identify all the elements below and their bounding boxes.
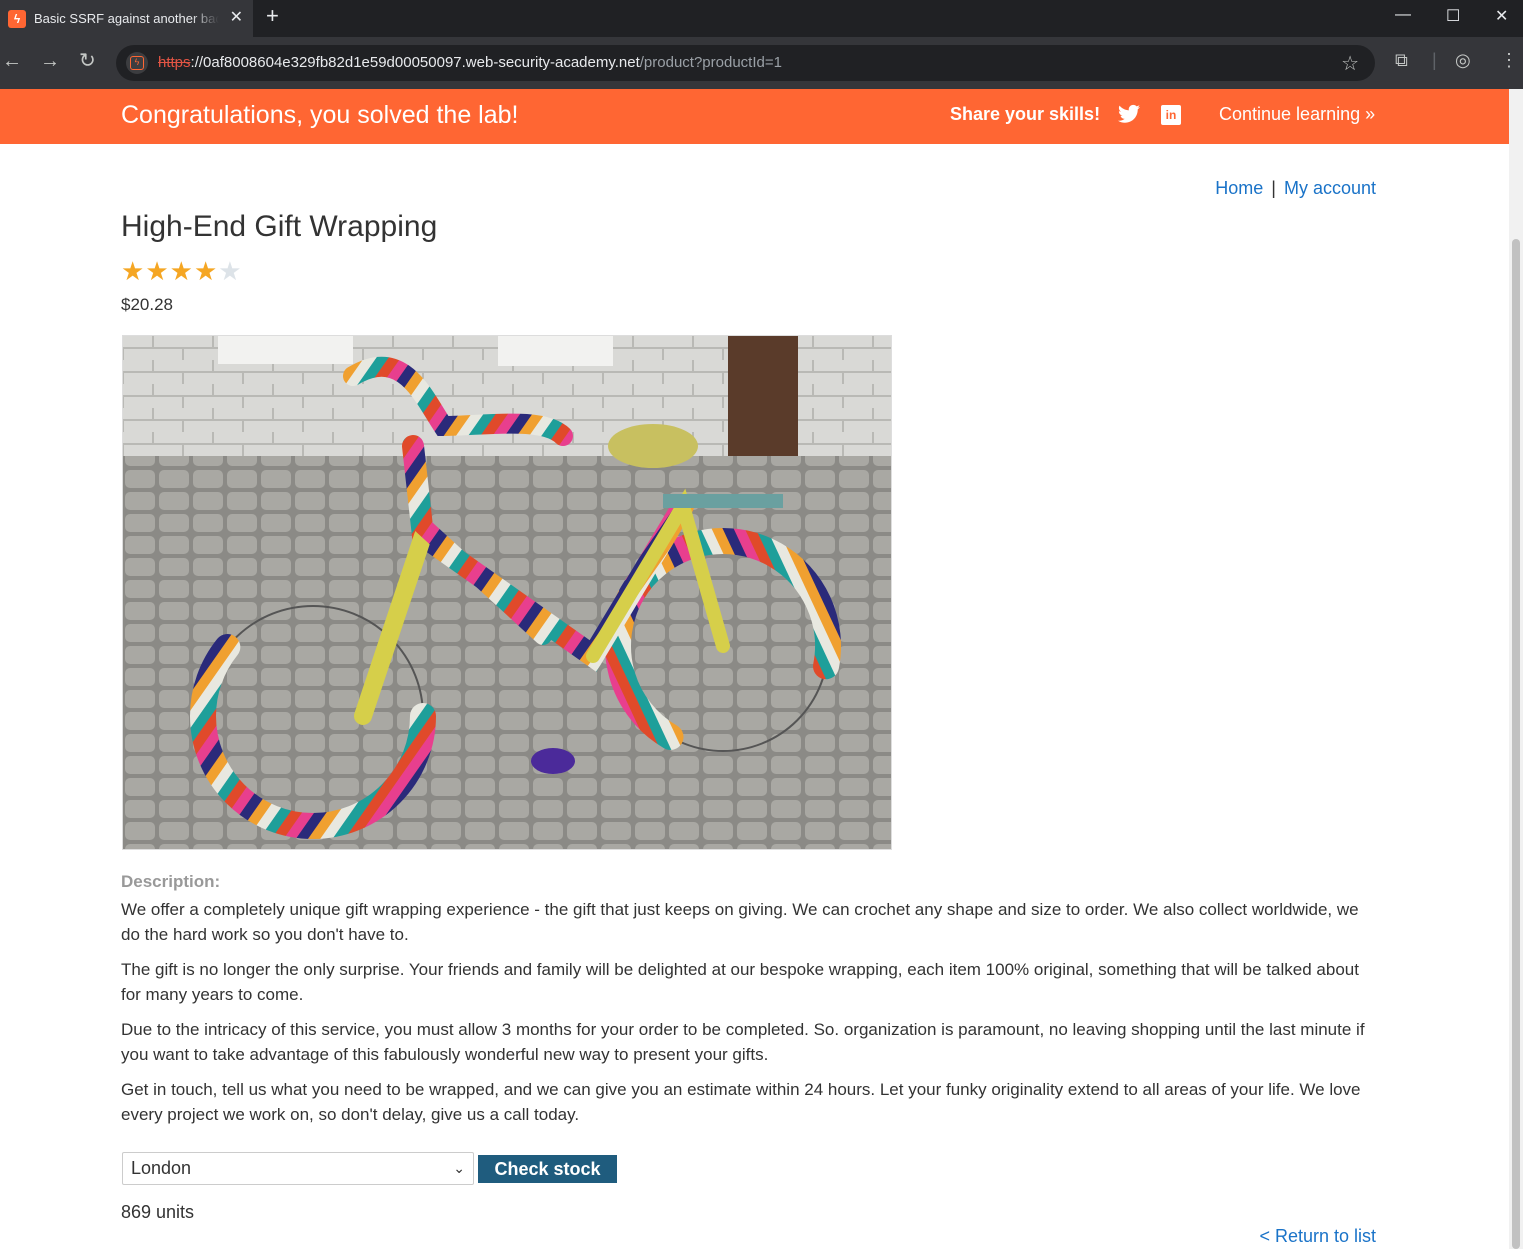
description-paragraph: Get in touch, tell us what you need to b… <box>121 1080 1361 1124</box>
browser-toolbar: ← → ↻ ϟ https://0af8008604e329fb82d1e59d… <box>0 37 1523 89</box>
bookmark-star-icon[interactable]: ☆ <box>1341 51 1359 76</box>
double-chevron-right-icon: » <box>1365 104 1376 124</box>
description-paragraph: The gift is no longer the only surprise.… <box>121 960 1359 1004</box>
star-filled-icon: ★ <box>169 256 194 286</box>
site-info-icon[interactable]: ϟ <box>126 52 148 74</box>
crochet-bicycle-image <box>123 336 891 849</box>
star-filled-icon: ★ <box>193 256 219 286</box>
home-link[interactable]: Home <box>1215 178 1263 198</box>
star-rating: ★★★★★ <box>121 256 243 287</box>
product-description: We offer a completely unique gift wrappi… <box>121 897 1381 1137</box>
nav-separator: | <box>1271 178 1276 198</box>
scrollbar-thumb[interactable] <box>1512 239 1520 1249</box>
stock-result: 869 units <box>121 1202 195 1222</box>
chevron-down-icon: ⌄ <box>453 1160 465 1176</box>
back-icon[interactable]: ← <box>2 51 22 71</box>
linkedin-icon[interactable]: in <box>1161 105 1181 125</box>
forward-icon[interactable]: → <box>40 51 60 71</box>
description-label: Description: <box>121 872 221 891</box>
url-host: ://0af8008604e329fb82d1e59d00050097.web-… <box>190 54 640 71</box>
continue-learning-link[interactable]: Continue learning » <box>1219 104 1375 125</box>
check-stock-button[interactable]: Check stock <box>478 1155 617 1183</box>
search-tab-icon[interactable]: ⧉ <box>1395 50 1408 71</box>
continue-learning-label: Continue learning <box>1219 104 1361 124</box>
store-select-value: London <box>131 1158 192 1178</box>
reload-icon[interactable]: ↻ <box>79 51 96 71</box>
page-scrollbar[interactable] <box>1509 89 1523 1249</box>
url-scheme: https <box>158 54 191 71</box>
tab-close-icon[interactable]: ✕ <box>230 7 243 27</box>
browser-tab[interactable]: ϟ Basic SSRF against another back-end sy… <box>0 0 253 37</box>
address-bar[interactable]: ϟ https://0af8008604e329fb82d1e59d000500… <box>116 45 1375 81</box>
page-viewport: Congratulations, you solved the lab! Sha… <box>0 89 1523 1249</box>
share-skills-label: Share your skills! <box>950 104 1101 124</box>
url-text[interactable]: https://0af8008604e329fb82d1e59d00050097… <box>158 54 782 71</box>
store-select[interactable]: London ⌄ <box>122 1152 474 1185</box>
product-price: $20.28 <box>121 295 173 314</box>
lab-solved-banner: Congratulations, you solved the lab! Sha… <box>0 89 1509 144</box>
tab-title: Basic SSRF against another back-end syst… <box>34 11 219 26</box>
my-account-link[interactable]: My account <box>1284 178 1376 198</box>
description-paragraph: Due to the intricacy of this service, yo… <box>121 1020 1365 1064</box>
star-filled-icon: ★ <box>121 256 146 286</box>
maximize-icon[interactable]: ☐ <box>1446 6 1460 26</box>
product-image <box>122 335 892 850</box>
lab-favicon-icon: ϟ <box>8 9 26 28</box>
browser-tab-strip: ϟ Basic SSRF against another back-end sy… <box>0 0 1523 37</box>
description-paragraph: We offer a completely unique gift wrappi… <box>121 900 1359 944</box>
new-tab-button[interactable]: + <box>266 3 279 29</box>
star-empty-icon: ★ <box>218 256 243 286</box>
top-nav: Home | My account <box>1215 178 1376 199</box>
banner-message: Congratulations, you solved the lab! <box>121 101 519 129</box>
twitter-icon[interactable] <box>1118 104 1140 124</box>
star-filled-icon: ★ <box>145 256 170 286</box>
profile-icon[interactable]: ◎ <box>1455 50 1471 71</box>
window-close-icon[interactable]: ✕ <box>1495 6 1508 26</box>
return-to-list-link[interactable]: < Return to list <box>1259 1226 1376 1247</box>
toolbar-divider: | <box>1432 50 1437 70</box>
minimize-icon[interactable]: — <box>1395 6 1411 24</box>
url-path: /product?productId=1 <box>639 54 782 71</box>
product-title: High-End Gift Wrapping <box>121 210 438 243</box>
menu-kebab-icon[interactable]: ⋮ <box>1500 50 1518 71</box>
